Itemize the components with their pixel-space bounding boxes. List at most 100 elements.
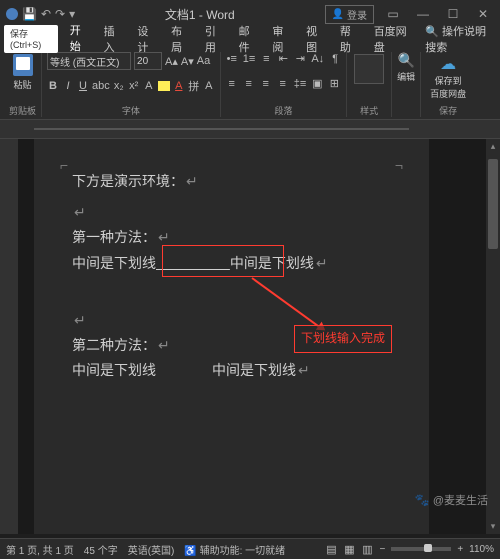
page-info[interactable]: 第 1 页, 共 1 页: [6, 542, 74, 557]
maximize-button[interactable]: ☐: [442, 7, 464, 21]
align-left-icon[interactable]: ≡: [226, 78, 238, 90]
pilcrow-icon: ↵: [74, 204, 86, 220]
doc-method1-line[interactable]: 中间是下划线 中间是下划线↵: [72, 251, 391, 276]
undo-icon[interactable]: ↶: [41, 7, 51, 21]
tab-design[interactable]: 设计: [129, 23, 163, 55]
paragraph-group-label: 段落: [226, 102, 341, 117]
language-status[interactable]: 英语(英国): [128, 542, 175, 557]
baidu-group: ☁ 保存到 百度网盘 保存: [421, 52, 475, 117]
tab-baidu[interactable]: 百度网盘: [366, 23, 418, 55]
annotation-label: 下划线输入完成: [294, 325, 392, 353]
show-marks-icon[interactable]: ¶: [329, 53, 341, 65]
increase-indent-icon[interactable]: ⇥: [294, 52, 306, 65]
vertical-scrollbar[interactable]: ▴ ▾: [486, 139, 500, 534]
save-icon[interactable]: 💾: [22, 7, 37, 21]
align-center-icon[interactable]: ≡: [243, 78, 255, 90]
status-bar: 第 1 页, 共 1 页 45 个字 英语(英国) ♿ 辅助功能: 一切就绪 ▤…: [0, 538, 500, 559]
view-web-icon[interactable]: ▥: [361, 543, 373, 556]
paste-button[interactable]: 粘贴: [9, 52, 36, 91]
document-title: 文档1 - Word: [75, 6, 324, 23]
pilcrow-icon: ↵: [186, 173, 198, 189]
accessibility-status[interactable]: ♿ 辅助功能: 一切就绪: [184, 542, 285, 557]
underline-span: [156, 255, 230, 271]
view-print-icon[interactable]: ▦: [343, 543, 355, 556]
scroll-up-icon[interactable]: ▴: [486, 141, 500, 152]
login-button[interactable]: 👤登录: [325, 5, 374, 24]
autosave-icon[interactable]: [6, 8, 18, 20]
cloud-icon: ☁: [440, 54, 456, 74]
bold-icon[interactable]: B: [47, 80, 59, 92]
redo-icon[interactable]: ↷: [55, 7, 65, 21]
scroll-thumb[interactable]: [488, 159, 498, 249]
word-count[interactable]: 45 个字: [84, 542, 118, 557]
zoom-out-icon[interactable]: −: [379, 544, 385, 555]
tab-mailings[interactable]: 邮件: [231, 23, 265, 55]
scroll-down-icon[interactable]: ▾: [486, 521, 500, 532]
tab-insert[interactable]: 插入: [96, 23, 130, 55]
align-right-icon[interactable]: ≡: [260, 78, 272, 90]
italic-icon[interactable]: I: [62, 80, 74, 92]
document-canvas: ▴ ▾ ⌐ ¬ 下方是演示环境：↵ ↵ 第一种方法：↵ 中间是下划线 中间是下划…: [0, 139, 500, 534]
paw-icon: 🐾: [415, 493, 430, 507]
phonetic-icon[interactable]: 拼: [188, 78, 200, 94]
tab-layout[interactable]: 布局: [163, 23, 197, 55]
align-justify-icon[interactable]: ≡: [277, 78, 289, 90]
view-read-icon[interactable]: ▤: [325, 543, 337, 556]
find-icon: 🔍: [397, 52, 414, 69]
bullets-icon[interactable]: •≡: [226, 53, 238, 65]
clipboard-group: 粘贴 剪贴板: [4, 52, 42, 117]
paste-icon: [13, 54, 33, 76]
ribbon: 粘贴 剪贴板 A▴ A▾ Aa B I U abc x₂ x² A A 拼 A …: [0, 50, 500, 120]
superscript-icon[interactable]: x²: [128, 80, 140, 92]
baidu-group-label: 保存: [426, 102, 470, 117]
change-case-icon[interactable]: Aa: [197, 55, 210, 67]
tab-help[interactable]: 帮助: [332, 23, 366, 55]
zoom-level[interactable]: 110%: [469, 544, 494, 555]
file-tab[interactable]: 保存 (Ctrl+S): [4, 25, 58, 53]
borders-icon[interactable]: ⊞: [328, 77, 340, 90]
tab-view[interactable]: 视图: [298, 23, 332, 55]
strike-icon[interactable]: abc: [92, 80, 110, 92]
zoom-slider[interactable]: [391, 547, 451, 551]
close-button[interactable]: ✕: [472, 7, 494, 21]
paragraph-group: •≡ 1≡ ≡ ⇤ ⇥ A↓ ¶ ≡ ≡ ≡ ≡ ‡≡ ▣ ⊞ 段落: [221, 52, 347, 117]
horizontal-ruler[interactable]: [0, 120, 500, 139]
minimize-button[interactable]: —: [412, 7, 434, 21]
pilcrow-icon: ↵: [158, 337, 170, 353]
page[interactable]: ⌐ ¬ 下方是演示环境：↵ ↵ 第一种方法：↵ 中间是下划线 中间是下划线↵ ↵…: [34, 139, 429, 534]
clipboard-group-label: 剪贴板: [9, 102, 36, 117]
underline-icon[interactable]: U: [77, 80, 89, 92]
tab-review[interactable]: 审阅: [264, 23, 298, 55]
highlight-icon[interactable]: [158, 81, 170, 91]
font-name-select[interactable]: [47, 52, 131, 70]
doc-method2-line[interactable]: 中间是下划线中间是下划线↵: [72, 358, 391, 383]
decrease-indent-icon[interactable]: ⇤: [277, 52, 289, 65]
baidu-save-button[interactable]: ☁ 保存到 百度网盘: [426, 52, 470, 102]
ribbon-options-icon[interactable]: ▭: [382, 7, 404, 21]
doc-method1-title[interactable]: 第一种方法：↵: [72, 225, 391, 250]
doc-empty-line[interactable]: ↵: [72, 200, 391, 225]
char-border-icon[interactable]: A: [203, 80, 215, 92]
shrink-font-icon[interactable]: A▾: [181, 55, 194, 68]
font-color-icon[interactable]: A: [173, 80, 185, 92]
numbering-icon[interactable]: 1≡: [243, 53, 256, 65]
vertical-ruler[interactable]: [0, 139, 18, 534]
doc-line-intro[interactable]: 下方是演示环境：↵: [72, 169, 391, 194]
line-spacing-icon[interactable]: ‡≡: [294, 78, 307, 90]
zoom-in-icon[interactable]: +: [457, 544, 463, 555]
sort-icon[interactable]: A↓: [311, 53, 324, 65]
subscript-icon[interactable]: x₂: [113, 80, 125, 92]
tell-me[interactable]: 🔍 操作说明搜索: [417, 23, 500, 55]
style-normal[interactable]: [354, 54, 384, 84]
pilcrow-icon: ↵: [74, 312, 86, 328]
multilevel-icon[interactable]: ≡: [260, 53, 272, 65]
user-icon: 👤: [332, 9, 344, 20]
edit-button[interactable]: 🔍 编辑: [397, 52, 415, 83]
text-effects-icon[interactable]: A: [143, 80, 155, 92]
tab-home[interactable]: 开始: [62, 22, 96, 56]
grow-font-icon[interactable]: A▴: [165, 55, 178, 68]
crop-mark-icon: ⌐: [60, 153, 68, 178]
tab-references[interactable]: 引用: [197, 23, 231, 55]
shading-icon[interactable]: ▣: [311, 77, 323, 90]
font-size-select[interactable]: [134, 52, 162, 70]
